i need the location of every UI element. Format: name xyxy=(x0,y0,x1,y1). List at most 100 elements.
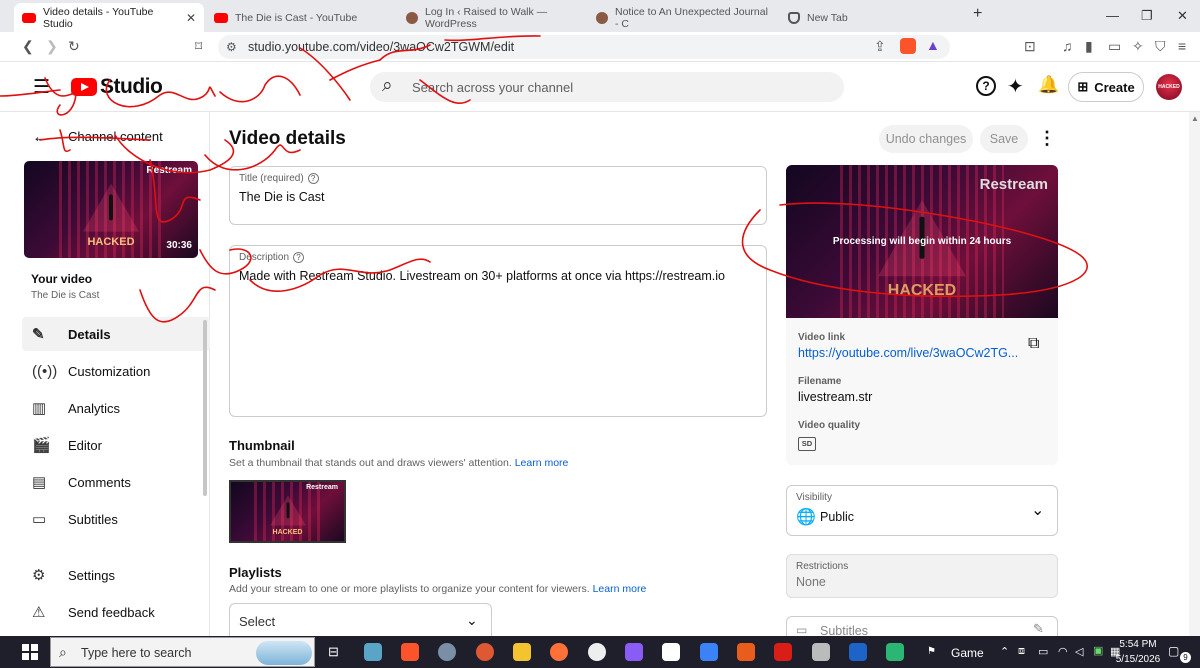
clock-date[interactable]: 5/15/2026 xyxy=(1113,654,1163,665)
back-icon[interactable]: ❮ xyxy=(22,39,34,53)
channel-search[interactable]: ⌕ Search across your channel xyxy=(370,72,844,102)
search-input[interactable]: Search across your channel xyxy=(412,80,573,95)
playlist-select[interactable]: Select ⌄ xyxy=(229,603,492,637)
brave-shields-icon[interactable] xyxy=(900,38,916,54)
notification-center-icon[interactable]: ▢ xyxy=(1168,644,1179,658)
tray-chevron-up-icon[interactable]: ⌃ xyxy=(1000,645,1009,658)
sidebar-item-analytics[interactable]: ▥ Analytics xyxy=(22,391,210,425)
browser-tab-new[interactable]: New Tab xyxy=(780,3,960,32)
sidebar-toggle-icon[interactable]: ▮ xyxy=(1085,39,1093,53)
bell-icon[interactable]: 🔔 xyxy=(1038,75,1059,95)
taskbar-app-3-icon[interactable] xyxy=(438,643,456,661)
firefox-icon[interactable] xyxy=(550,643,568,661)
acrobat-icon[interactable] xyxy=(774,643,792,661)
reload-icon[interactable]: ↻ xyxy=(68,39,80,53)
music-icon[interactable]: ♫ xyxy=(1062,39,1073,53)
sidebar-item-customization[interactable]: ((•)) Customization xyxy=(22,354,210,388)
game-widget-label[interactable]: Game xyxy=(951,646,984,660)
video-link[interactable]: https://youtube.com/live/3waOCw2TG... xyxy=(798,346,1018,360)
description-input[interactable]: Made with Restream Studio. Livestream on… xyxy=(239,269,725,283)
wifi-icon[interactable]: ◠ xyxy=(1058,645,1068,658)
description-field[interactable]: Description? Made with Restream Studio. … xyxy=(229,245,767,417)
channel-content-link[interactable]: Channel content xyxy=(68,129,163,144)
scroll-up-icon[interactable]: ▲ xyxy=(1191,114,1199,123)
taskbar-app-8-icon[interactable] xyxy=(625,643,643,661)
undo-changes-button[interactable]: Undo changes xyxy=(879,125,973,153)
taskbar-app-15-icon[interactable] xyxy=(886,643,904,661)
wallet-icon[interactable]: ▭ xyxy=(1108,39,1121,53)
duckduckgo-icon[interactable] xyxy=(476,643,494,661)
tray-app-icon[interactable]: ⧈ xyxy=(1018,645,1025,658)
new-tab-icon[interactable]: + xyxy=(973,5,982,23)
page-scrollbar[interactable]: ▲ xyxy=(1189,112,1200,636)
sidebar-item-send-feedback[interactable]: ⚠ Send feedback xyxy=(22,595,210,629)
sidebar-item-settings[interactable]: ⚙ Settings xyxy=(22,558,210,592)
help-icon[interactable]: ? xyxy=(307,173,319,184)
taskbar-search[interactable]: ⌕ Type here to search xyxy=(50,637,315,667)
battery-icon[interactable]: ▭ xyxy=(1038,645,1048,658)
search-page-icon[interactable]: ⊡ xyxy=(1024,39,1036,53)
title-input[interactable]: The Die is Cast xyxy=(239,190,324,204)
sidebar-scrollbar[interactable] xyxy=(203,320,207,496)
copy-icon[interactable]: ⧉ xyxy=(1028,335,1039,353)
lock-icon[interactable]: ▣ xyxy=(1093,644,1103,657)
url-text[interactable]: studio.youtube.com/video/3waOCw2TGWM/edi… xyxy=(248,40,514,54)
selected-thumbnail[interactable]: Restream HACKED xyxy=(229,480,346,543)
vpn-shield-icon[interactable]: ⛉ xyxy=(1155,39,1166,53)
sidebar-item-editor[interactable]: 🎬 Editor xyxy=(22,428,210,462)
avatar[interactable]: HACKED xyxy=(1156,74,1182,100)
sidebar-item-comments[interactable]: ▤ Comments xyxy=(22,465,210,499)
video-preview[interactable]: Restream Processing will begin within 24… xyxy=(786,165,1058,318)
taskbar-app-11-icon[interactable] xyxy=(737,643,755,661)
thumbnail-learn-more-link[interactable]: Learn more xyxy=(515,457,569,469)
search-icon[interactable]: ⌕ xyxy=(382,75,393,97)
share-icon[interactable]: ⇪ xyxy=(874,39,886,53)
bookmark-icon[interactable]: ⌑ xyxy=(195,39,202,53)
menu-icon[interactable]: ≡ xyxy=(1178,39,1186,53)
brave-browser-icon[interactable] xyxy=(401,643,419,661)
browser-tab-youtube[interactable]: The Die is Cast - YouTube xyxy=(206,3,396,32)
title-field[interactable]: Title (required)? The Die is Cast xyxy=(229,166,767,225)
close-window-icon[interactable]: ✕ xyxy=(1177,8,1188,24)
browser-tab-wordpress[interactable]: Log In ‹ Raised to Walk — WordPress xyxy=(398,3,588,32)
hamburger-menu-icon[interactable]: ☰ xyxy=(33,76,50,99)
restore-icon[interactable]: ❐ xyxy=(1141,8,1153,24)
brave-rewards-icon[interactable]: ▲ xyxy=(926,38,940,52)
taskbar-app-10-icon[interactable] xyxy=(700,643,718,661)
sparkle-icon[interactable]: ✦ xyxy=(1007,74,1024,99)
task-view-icon[interactable]: ⊟ xyxy=(328,644,339,660)
browser-tab-journal[interactable]: Notice to An Unexpected Journal - C xyxy=(588,3,778,32)
sidebar-item-subtitles[interactable]: ▭ Subtitles xyxy=(22,502,210,536)
close-tab-icon[interactable]: ✕ xyxy=(186,11,196,25)
taskbar-app-1-icon[interactable] xyxy=(364,643,382,661)
calculator-icon[interactable] xyxy=(812,643,830,661)
browser-tab-studio[interactable]: Video details - YouTube Studio ✕ xyxy=(14,3,204,32)
site-info-icon[interactable]: ⚙ xyxy=(226,40,237,54)
edit-pencil-icon[interactable]: ✎ xyxy=(1033,621,1044,637)
sidebar-video-thumbnail[interactable]: Restream HACKED 30:36 xyxy=(24,161,198,258)
help-icon[interactable]: ? xyxy=(293,252,305,263)
sidebar-item-details[interactable]: ✎ Details xyxy=(22,317,210,351)
help-icon[interactable]: ? xyxy=(976,76,996,96)
volume-icon[interactable]: ◁ xyxy=(1075,645,1083,658)
create-button[interactable]: ⊞ Create xyxy=(1068,72,1144,102)
forward-icon[interactable]: ❯ xyxy=(46,39,58,53)
zotero-icon[interactable] xyxy=(662,643,680,661)
file-explorer-icon[interactable] xyxy=(513,643,531,661)
taskbar-app-s-icon[interactable] xyxy=(588,643,606,661)
visibility-select[interactable]: Visibility 🌐 Public ⌄ xyxy=(786,485,1058,536)
taskbar-app-14-icon[interactable] xyxy=(849,643,867,661)
playlists-learn-more-link[interactable]: Learn more xyxy=(593,583,647,595)
studio-logo-text[interactable]: Studio xyxy=(100,75,163,99)
restrictions-field[interactable]: Restrictions None xyxy=(786,554,1058,598)
clock-time[interactable]: 5:54 PM xyxy=(1117,639,1159,650)
leo-ai-icon[interactable]: ✧ xyxy=(1132,39,1144,53)
taskbar-search-input[interactable]: Type here to search xyxy=(81,646,191,660)
address-bar[interactable]: ⚙ studio.youtube.com/video/3waOCw2TGWM/e… xyxy=(218,35,950,59)
minimize-icon[interactable]: — xyxy=(1106,8,1119,23)
back-arrow-icon[interactable]: ← xyxy=(32,127,49,147)
windows-start-icon[interactable] xyxy=(22,644,38,660)
subtitles-field[interactable]: ▭ Subtitles ✎ xyxy=(786,616,1058,638)
more-options-icon[interactable]: ⋮ xyxy=(1038,128,1056,149)
save-button[interactable]: Save xyxy=(980,125,1028,153)
